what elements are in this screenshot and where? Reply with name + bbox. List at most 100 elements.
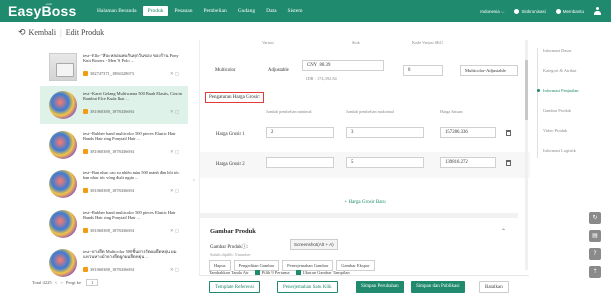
item-actions[interactable]: ✕ ▢: [170, 149, 179, 155]
col-max-qty: Jumlah pembelian maksimal: [346, 109, 394, 114]
list-item[interactable]: test--Karet Gelang Multiwarna 500 Buah E…: [40, 86, 188, 124]
pager-goto-label: Pergi ke: [65, 280, 82, 285]
top-icon[interactable]: ⇡: [589, 266, 601, 278]
doc-icon[interactable]: ▤: [589, 230, 601, 242]
bottom-action-bar: Template Referensi Penerjemahan Satu Kli…: [199, 275, 529, 297]
sku-input[interactable]: Multicolor-Adjustable: [460, 65, 518, 76]
delete-tier-icon[interactable]: [506, 160, 511, 166]
logo[interactable]: EasyBoss: [8, 3, 77, 19]
help-icon[interactable]: ↻: [589, 212, 601, 224]
top-right-tools: Indonesia ⌵ Sinkronisasi Membantu: [480, 7, 601, 15]
item-actions[interactable]: ✕ ▢: [170, 267, 179, 273]
list-item[interactable]: test--Ban nhac cao su nhiều màu 500 mảnh…: [40, 165, 188, 203]
tier-min-input[interactable]: [266, 157, 334, 168]
product-thumbnail: [49, 210, 77, 238]
wholesale-tier-row: Harga Grosir 2 5 139810.272: [200, 152, 530, 178]
pager-next[interactable]: >: [60, 280, 63, 285]
section-nav: Informasi Dasar Kategori & Atribut Infor…: [537, 48, 599, 168]
selection-note: Sudah dipilih: 5/number: [210, 252, 251, 257]
variant-type: Adjustable: [268, 68, 289, 73]
delete-tier-icon[interactable]: [506, 130, 511, 136]
col-header-sku: Kode Variasi SKU: [412, 40, 444, 45]
save-publish-button[interactable]: Simpan dan Publikasi: [411, 281, 465, 293]
product-id: 382747371_1884328673: [83, 71, 134, 76]
variant-row: Multicolor Adjustable CNY 88.39 IDR : 17…: [210, 54, 518, 86]
main-nav: Halaman Beranda Produk Pesanan Pembelian…: [92, 6, 309, 16]
back-link[interactable]: Kembali: [29, 28, 57, 37]
nav-home[interactable]: Halaman Beranda: [92, 6, 142, 16]
price-input[interactable]: CNY 88.39: [302, 60, 384, 71]
idr-conversion: IDR : 174,392.84: [306, 76, 337, 81]
cancel-button[interactable]: Batalkan: [479, 281, 509, 293]
nav-system[interactable]: Sistem: [283, 6, 308, 16]
product-title: test--Rubber band multicolor 500 pieces …: [83, 210, 176, 221]
nav-warehouse[interactable]: Gudang: [233, 6, 260, 16]
card-title: Gambar Produk: [210, 228, 256, 235]
sync-label: Sinkronisasi: [521, 8, 546, 14]
nav-purchases[interactable]: Pembelian: [198, 6, 231, 16]
tier-price-input[interactable]: 139810.272: [440, 157, 496, 168]
section-nav-images[interactable]: Gambar Produk: [537, 108, 599, 128]
pager-page-input[interactable]: 1: [86, 279, 99, 286]
add-wholesale-tier-button[interactable]: + Harga Grosir Baru: [200, 200, 530, 205]
template-reference-button[interactable]: Template Referensi: [209, 281, 260, 293]
breadcrumb: ⟲ Kembali | Edit Produk: [18, 27, 104, 38]
product-title: test--ยางยืด Multicolor 500ชิ้นยางรัดผมย…: [83, 249, 177, 260]
nav-data[interactable]: Data: [261, 6, 281, 16]
tier-name: Harga Grosir 2: [216, 162, 245, 167]
back-arrow-icon[interactable]: ⟲: [18, 27, 26, 38]
product-id-text: 382747371_1884328673: [90, 71, 134, 76]
shop-badge-icon: [83, 149, 88, 154]
item-actions[interactable]: ✕ ▢: [170, 71, 179, 77]
nav-orders[interactable]: Pesanan: [169, 6, 197, 16]
list-item[interactable]: test--Rubber band multicolor 500 pieces …: [40, 126, 188, 164]
collapse-list-icon[interactable]: ‹: [193, 177, 195, 183]
question-icon[interactable]: ?: [589, 248, 601, 260]
product-thumbnail: [49, 170, 77, 198]
region-select[interactable]: Indonesia ⌵: [480, 7, 504, 15]
user-avatar-icon[interactable]: [594, 7, 601, 15]
item-actions[interactable]: ✕ ▢: [170, 188, 179, 194]
product-id: 381060388_1878436694: [83, 149, 134, 154]
sync-button[interactable]: Sinkronisasi: [514, 7, 546, 15]
section-nav-basic-info[interactable]: Informasi Dasar: [537, 48, 599, 68]
product-thumbnail: [49, 53, 77, 81]
help-button[interactable]: Membantu: [555, 7, 584, 15]
nav-products[interactable]: Produk: [142, 6, 169, 16]
col-header-stock: Stok: [352, 40, 360, 45]
product-title: test--Ban nhac cao su nhiều màu 500 mảnh…: [83, 170, 180, 181]
section-nav-category[interactable]: Kategori & Atribut: [537, 68, 599, 88]
tier-max-input[interactable]: 3: [346, 127, 424, 138]
list-item[interactable]: test--Ello-"สัปะหลอนพบกันทุกวันของ ของร้…: [40, 48, 188, 86]
one-click-translate-button[interactable]: Penerjemahan Satu Klik: [277, 281, 338, 293]
collapse-chevron-icon[interactable]: ⌃: [501, 228, 506, 235]
shop-badge-icon: [83, 267, 88, 272]
section-nav-sales-info[interactable]: Informasi Penjualan: [537, 88, 599, 108]
tier-price-input[interactable]: 157286.336: [440, 127, 496, 138]
product-id: 381060388_1878436694: [83, 109, 134, 114]
product-id-text: 381060388_1878436694: [90, 188, 134, 193]
tier-min-input[interactable]: 2: [266, 127, 334, 138]
item-actions[interactable]: ✕ ▢: [170, 109, 179, 115]
product-id-text: 381060388_1878436694: [90, 267, 134, 272]
item-actions[interactable]: ✕ ▢: [170, 228, 179, 234]
scrollbar-thumb[interactable]: [525, 60, 528, 120]
sync-icon: [514, 8, 520, 14]
tier-max-input[interactable]: 5: [346, 157, 424, 168]
wholesale-tier-row: Harga Grosir 1 2 3 157286.336: [200, 122, 530, 148]
variant-color: Multicolor: [215, 68, 236, 73]
section-nav-video[interactable]: Video Produk: [537, 128, 599, 148]
list-item[interactable]: test--ยางยืด Multicolor 500ชิ้นยางรัดผมย…: [40, 244, 188, 282]
stock-input[interactable]: 0: [403, 65, 443, 76]
save-changes-button[interactable]: Simpan Perubahan: [356, 281, 404, 293]
product-id: 381060388_1878436694: [83, 188, 134, 193]
images-label: Gambar Produkⓘ:: [210, 245, 249, 250]
product-thumbnail: [49, 131, 77, 159]
shop-badge-icon: [83, 71, 88, 76]
pager-prev[interactable]: <: [55, 280, 58, 285]
product-id-text: 381060388_1878436694: [90, 109, 134, 114]
variant-table-header: Variasi Stok Kode Variasi SKU: [262, 40, 512, 45]
list-item[interactable]: test--Rubber band multicolor 500 pieces …: [40, 205, 188, 243]
section-nav-logistics[interactable]: Informasi Logistik: [537, 148, 599, 168]
product-id-text: 381060388_1878436694: [90, 149, 134, 154]
